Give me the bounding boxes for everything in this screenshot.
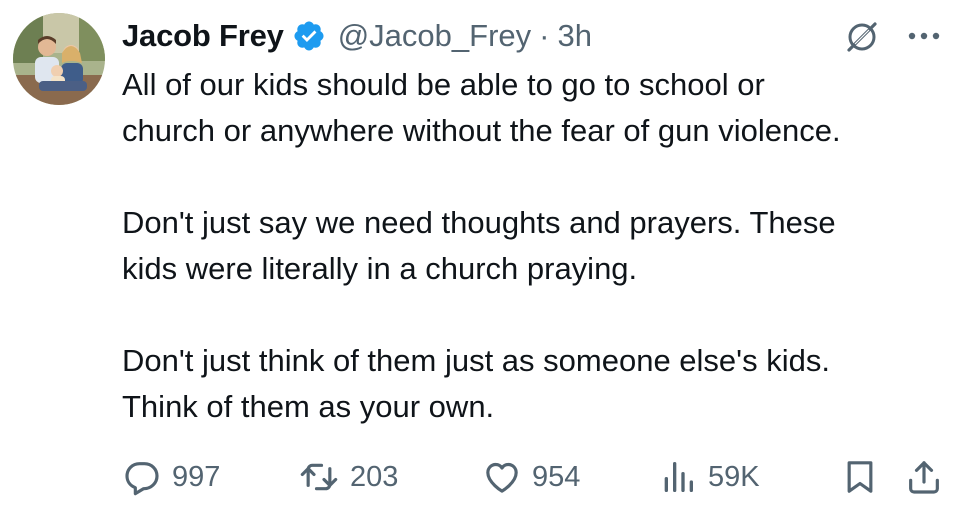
like-count: 954 — [532, 460, 581, 493]
avatar[interactable] — [13, 13, 105, 105]
tweet-text: All of our kids should be able to go to … — [122, 62, 952, 430]
bookmark-button[interactable] — [840, 454, 880, 500]
share-icon — [904, 457, 944, 497]
action-bar: 997 203 954 59K — [122, 454, 952, 500]
views-icon — [658, 457, 698, 497]
tweet: Jacob Frey @Jacob_Frey · 3h All of our k… — [0, 0, 960, 509]
bookmark-icon — [840, 457, 880, 497]
grok-icon[interactable] — [842, 17, 882, 57]
views-button[interactable]: 59K — [658, 454, 760, 500]
header-separator: · — [539, 18, 550, 53]
tweet-timestamp[interactable]: 3h — [557, 18, 591, 54]
like-button[interactable]: 954 — [482, 454, 580, 500]
tweet-text-line: kids were literally in a church praying. — [122, 251, 638, 286]
author-handle[interactable]: @Jacob_Frey — [338, 18, 531, 54]
tweet-header: Jacob Frey @Jacob_Frey · 3h — [122, 12, 592, 60]
repost-count: 203 — [350, 460, 399, 493]
reply-icon — [122, 457, 162, 497]
views-count: 59K — [708, 460, 760, 493]
tweet-text-line: church or anywhere without the fear of g… — [122, 113, 841, 148]
reply-count: 997 — [172, 460, 221, 493]
share-button[interactable] — [904, 454, 944, 500]
author-name[interactable]: Jacob Frey — [122, 18, 284, 54]
tweet-text-line: Think of them as your own. — [122, 389, 495, 424]
verified-badge-icon — [292, 19, 326, 53]
reply-button[interactable]: 997 — [122, 454, 220, 500]
heart-icon — [482, 457, 522, 497]
repost-button[interactable]: 203 — [298, 454, 398, 500]
tweet-text-line: Don't just think of them just as someone… — [122, 343, 830, 378]
more-icon[interactable] — [904, 26, 944, 46]
tweet-text-line: All of our kids should be able to go to … — [122, 67, 765, 102]
repost-icon — [298, 457, 340, 497]
avatar-photo — [13, 13, 105, 105]
tweet-text-line: Don't just say we need thoughts and pray… — [122, 205, 836, 240]
